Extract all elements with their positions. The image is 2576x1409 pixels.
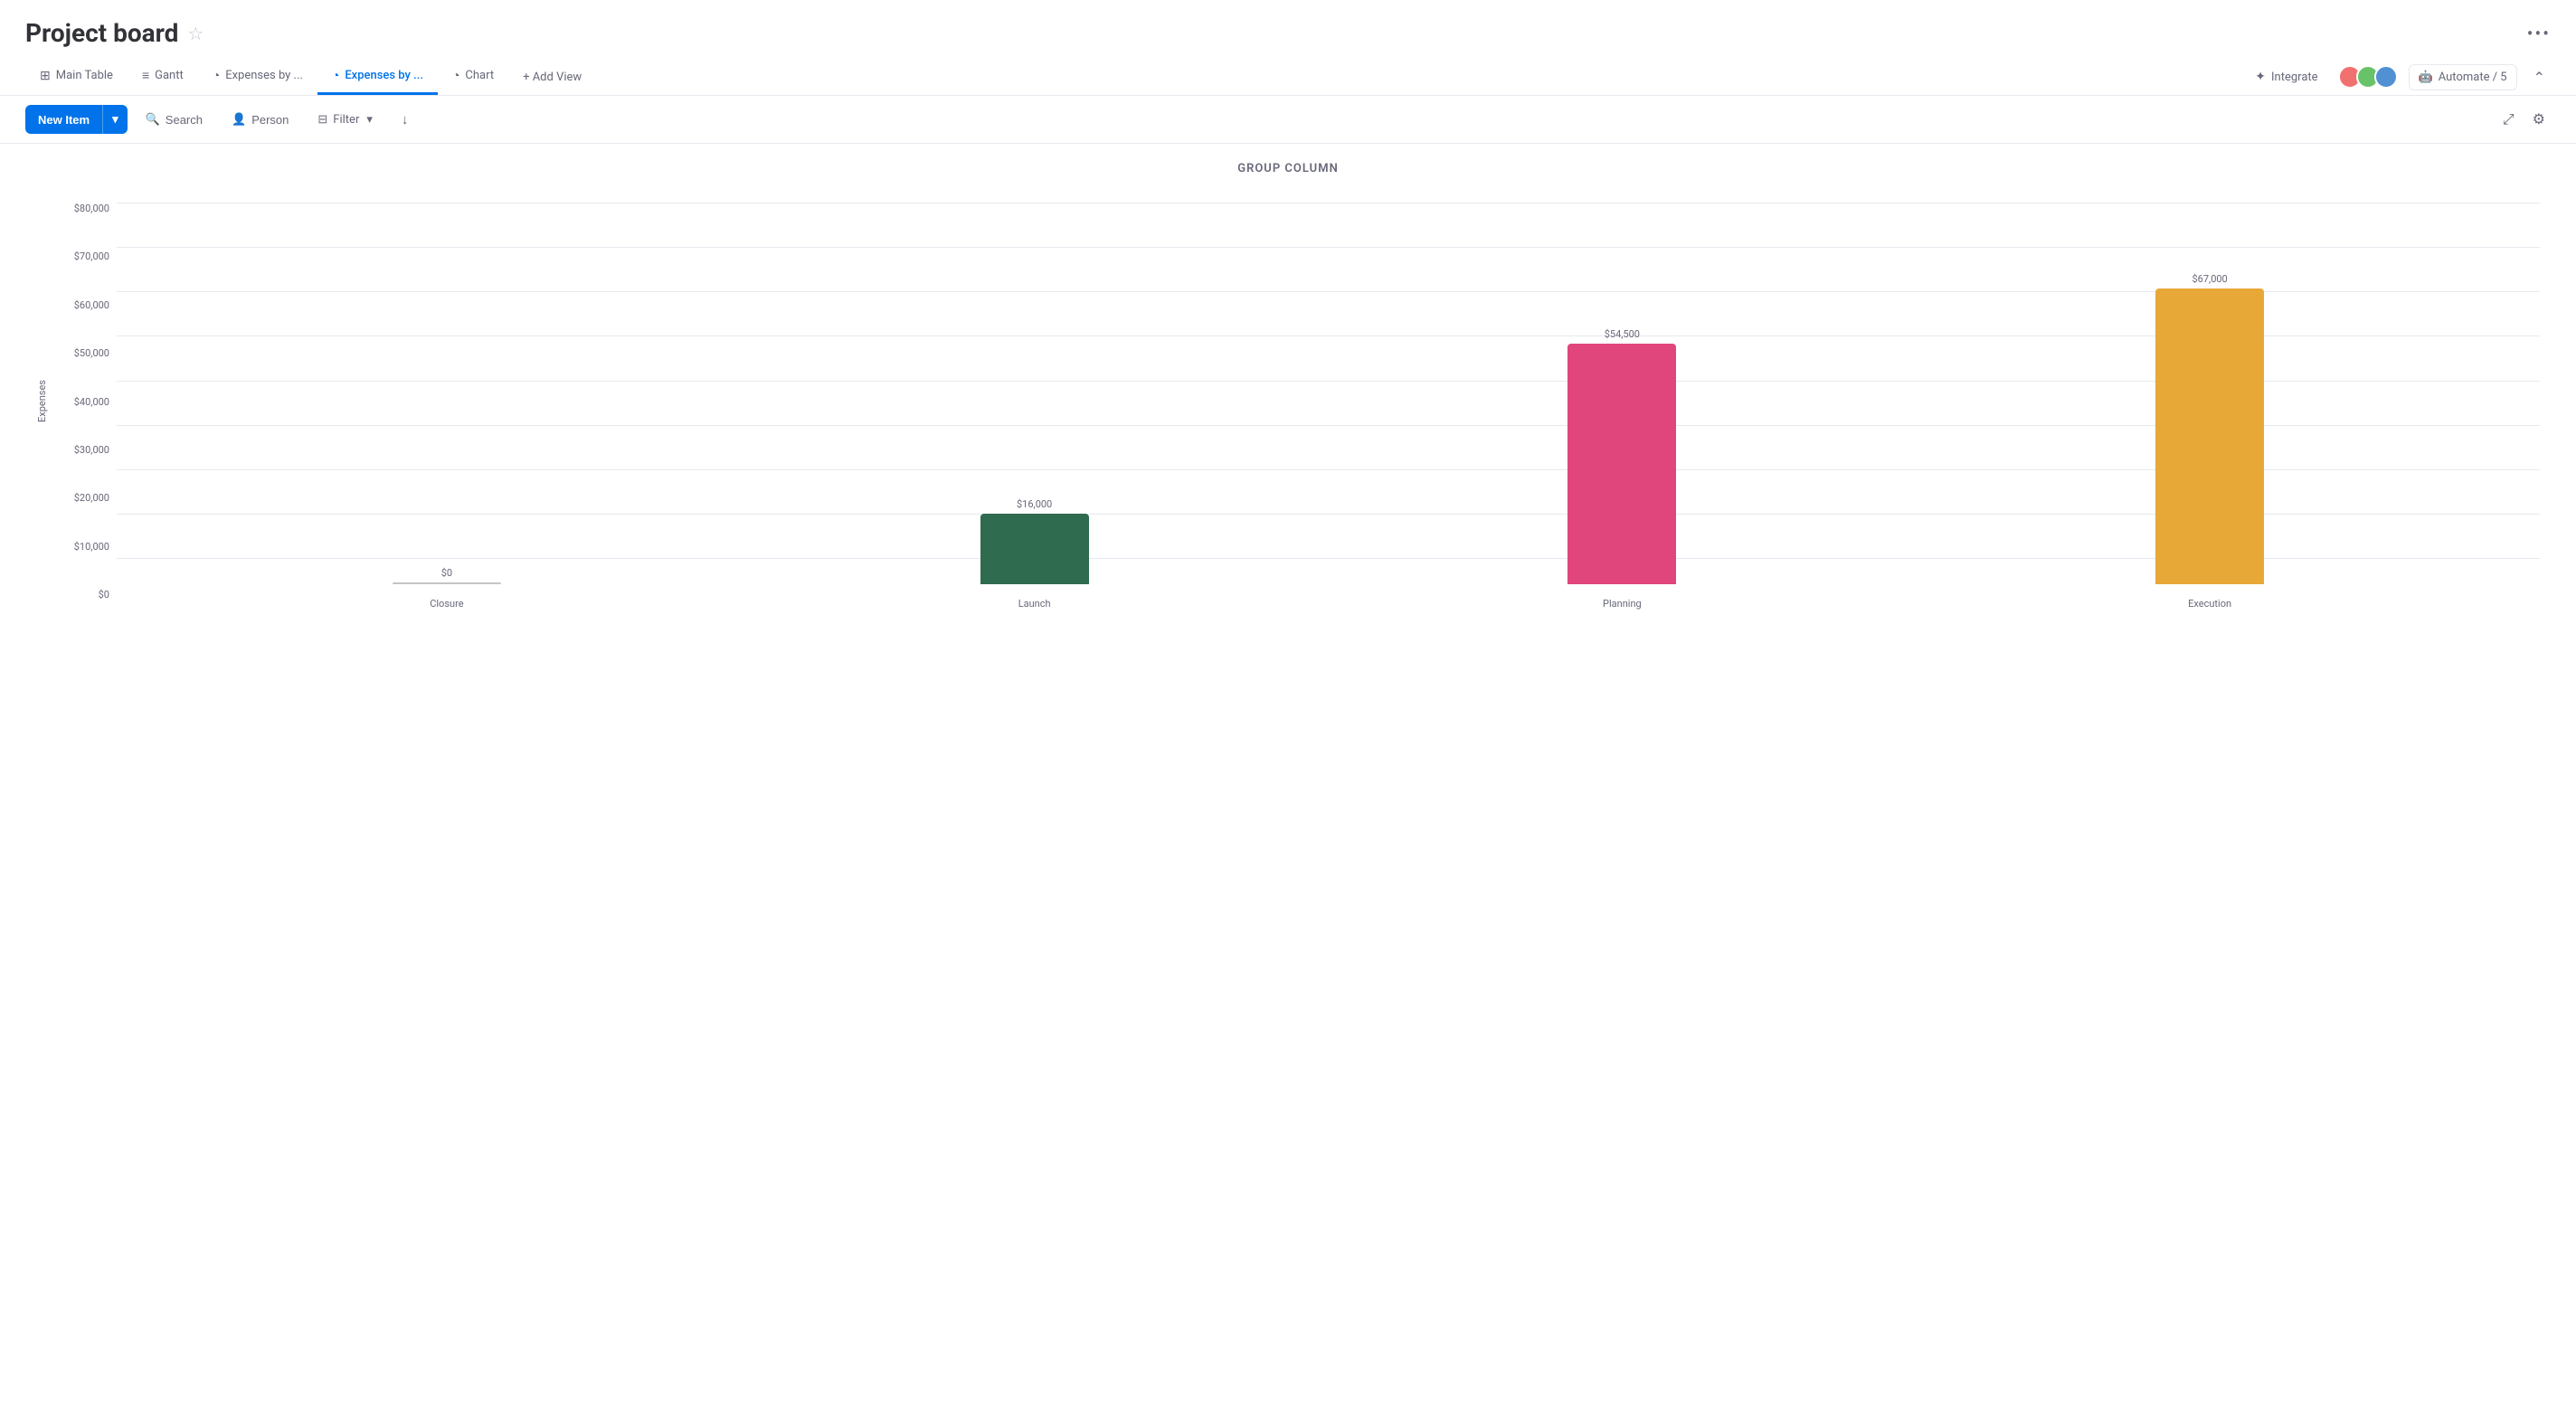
bar-value-execution: $67,000 <box>2192 273 2227 285</box>
avatar-group <box>2338 65 2398 89</box>
tab-expenses-1[interactable]: ◔ Expenses by ... <box>198 59 317 95</box>
y-label-0: $0 <box>55 589 109 600</box>
y-label-20k: $20,000 <box>55 492 109 504</box>
chart-container: Expenses $80,000 $70,000 $60,000 $50,000… <box>36 194 2540 610</box>
bar-group-execution: $67,000 <box>2155 273 2264 584</box>
automate-icon: 🤖 <box>2419 71 2433 84</box>
header: Project board ☆ ••• <box>0 0 2576 48</box>
collapse-button[interactable]: ⌃ <box>2528 63 2551 91</box>
tabs: ⊞ Main Table ≡ Gantt ◔ Expenses by ... ◔… <box>25 59 596 95</box>
main-table-icon: ⊞ <box>40 69 51 83</box>
tab-chart[interactable]: ◔ Chart <box>438 59 508 95</box>
toolbar: New Item ▾ 🔍 Search 👤 Person ⊟ Filter ▾ … <box>0 96 2576 144</box>
bar-closure <box>393 582 501 584</box>
y-label-10k: $10,000 <box>55 541 109 553</box>
y-label-70k: $70,000 <box>55 251 109 262</box>
x-label-launch: Launch <box>980 598 1089 610</box>
gantt-icon: ≡ <box>142 68 149 83</box>
new-item-dropdown-arrow[interactable]: ▾ <box>102 105 128 134</box>
chart-plot: $0 $16,000 $54,500 $67,000 <box>117 194 2540 610</box>
new-item-button[interactable]: New Item ▾ <box>25 105 128 134</box>
tab-gantt[interactable]: ≡ Gantt <box>128 59 198 95</box>
download-icon: ↓ <box>402 112 409 128</box>
chart-icon: ◔ <box>452 68 459 83</box>
bar-group-planning: $54,500 <box>1567 328 1676 584</box>
person-button[interactable]: 👤 Person <box>221 106 299 133</box>
search-icon: 🔍 <box>146 112 160 127</box>
bar-execution <box>2155 288 2264 584</box>
expenses2-icon: ◔ <box>332 68 339 83</box>
y-axis-label: Expenses <box>36 194 48 610</box>
person-icon: 👤 <box>232 112 246 127</box>
header-left: Project board ☆ <box>25 18 204 48</box>
star-icon[interactable]: ☆ <box>187 23 204 44</box>
settings-icon[interactable]: ⚙ <box>2527 105 2551 134</box>
integrate-button[interactable]: ✦ Integrate <box>2246 64 2326 90</box>
y-label-30k: $30,000 <box>55 444 109 456</box>
x-label-closure: Closure <box>393 598 501 610</box>
bar-group-closure: $0 <box>393 567 501 584</box>
filter-button[interactable]: ⊟ Filter ▾ <box>307 107 384 133</box>
bar-launch <box>980 514 1089 584</box>
page-title: Project board <box>25 18 178 48</box>
automate-button[interactable]: 🤖 Automate / 5 <box>2409 64 2517 90</box>
y-axis: $80,000 $70,000 $60,000 $50,000 $40,000 … <box>55 194 109 610</box>
tab-main-table[interactable]: ⊞ Main Table <box>25 60 128 95</box>
y-label-40k: $40,000 <box>55 396 109 408</box>
bars: $0 $16,000 $54,500 $67,000 <box>117 203 2540 584</box>
integrate-icon: ✦ <box>2255 70 2266 84</box>
more-options-icon[interactable]: ••• <box>2527 23 2551 44</box>
bar-value-launch: $16,000 <box>1017 498 1052 510</box>
bar-group-launch: $16,000 <box>980 498 1089 584</box>
bar-value-planning: $54,500 <box>1605 328 1640 340</box>
filter-icon: ⊟ <box>317 113 327 127</box>
tab-bar-right: ✦ Integrate 🤖 Automate / 5 ⌃ <box>2246 63 2551 91</box>
tab-expenses-2[interactable]: ◔ Expenses by ... <box>317 59 438 95</box>
download-button[interactable]: ↓ <box>391 106 420 134</box>
y-label-60k: $60,000 <box>55 299 109 311</box>
x-axis: Closure Launch Planning Execution <box>117 598 2540 610</box>
expand-icon[interactable]: ⤢ <box>2497 105 2520 134</box>
add-view-button[interactable]: + Add View <box>508 61 596 93</box>
avatar-3 <box>2374 65 2398 89</box>
toolbar-right: ⤢ ⚙ <box>2497 105 2551 134</box>
x-label-planning: Planning <box>1567 598 1676 610</box>
tab-bar: ⊞ Main Table ≡ Gantt ◔ Expenses by ... ◔… <box>0 59 2576 96</box>
filter-dropdown-icon: ▾ <box>366 113 373 127</box>
bar-value-closure: $0 <box>441 567 452 579</box>
search-button[interactable]: 🔍 Search <box>135 106 213 133</box>
x-label-execution: Execution <box>2155 598 2264 610</box>
y-label-50k: $50,000 <box>55 347 109 359</box>
chart-title: GROUP COLUMN <box>36 162 2540 175</box>
chart-area: GROUP COLUMN Expenses $80,000 $70,000 $6… <box>0 144 2576 628</box>
bar-planning <box>1567 344 1676 584</box>
expenses1-icon: ◔ <box>213 68 220 83</box>
y-label-80k: $80,000 <box>55 203 109 214</box>
